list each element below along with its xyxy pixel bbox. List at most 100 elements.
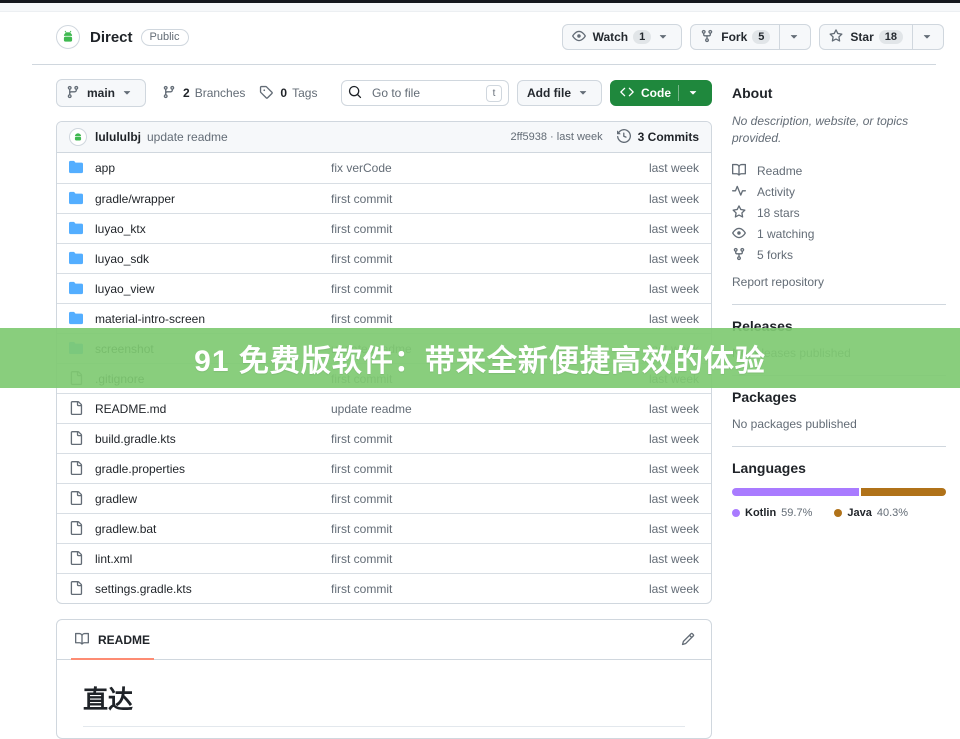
fork-label: Fork [721,30,747,44]
file-commit-message[interactable]: first commit [331,582,629,596]
file-name[interactable]: gradlew [95,492,137,506]
file-commit-message[interactable]: update readme [331,402,629,416]
fork-dropdown-button[interactable] [780,24,811,50]
search-input[interactable] [370,85,480,101]
table-row[interactable]: app fix verCode last week [57,153,711,183]
file-commit-message[interactable]: first commit [331,492,629,506]
list-item[interactable]: 18 stars [732,203,946,224]
file-commit-message[interactable]: first commit [331,312,629,326]
code-button-divider [678,85,679,101]
chevron-down-icon [686,85,702,101]
file-icon [69,461,85,477]
file-name[interactable]: gradle/wrapper [95,192,175,206]
tags-count: 0 [280,86,287,100]
file-commit-message[interactable]: first commit [331,462,629,476]
table-row[interactable]: README.md update readme last week [57,393,711,423]
about-item-label: 5 forks [757,248,793,262]
code-icon [620,85,636,101]
table-row[interactable]: gradlew first commit last week [57,483,711,513]
add-file-button[interactable]: Add file [517,80,602,106]
overlay-banner-text: 91 免费版软件：带来全新便捷高效的体验 [194,336,766,380]
language-bar-segment [732,488,859,496]
about-item-label: 18 stars [757,206,800,220]
file-commit-message[interactable]: first commit [331,552,629,566]
table-row[interactable]: settings.gradle.kts first commit last we… [57,573,711,603]
tags-link[interactable]: 0 Tags [259,85,317,101]
branch-selector[interactable]: main [56,79,146,107]
commit-sha-time[interactable]: 2ff5938 · last week [511,131,603,143]
file-name[interactable]: luyao_view [95,282,154,296]
file-commit-time: last week [629,582,699,596]
file-commit-message[interactable]: first commit [331,252,629,266]
file-name[interactable]: settings.gradle.kts [95,582,192,596]
file-icon [69,491,85,507]
file-commit-message[interactable]: fix verCode [331,161,629,175]
commit-message[interactable]: update readme [147,130,228,144]
report-repository-link[interactable]: Report repository [732,275,824,289]
file-commit-time: last week [629,492,699,506]
list-item[interactable]: 5 forks [732,245,946,266]
list-item[interactable]: 1 watching [732,224,946,245]
tab-readme[interactable]: README [71,620,154,660]
table-row[interactable]: gradle/wrapper first commit last week [57,183,711,213]
language-name: Java [847,507,871,519]
language-legend-item[interactable]: Kotlin59.7% [732,507,812,519]
commit-author[interactable]: lulululbj [95,130,141,144]
watch-count: 1 [633,30,651,44]
branches-link[interactable]: 2 Branches [162,85,245,101]
commit-author-avatar[interactable] [69,128,87,146]
list-item[interactable]: Activity [732,182,946,203]
table-row[interactable]: luyao_ktx first commit last week [57,213,711,243]
file-name[interactable]: lint.xml [95,552,132,566]
chevron-down-icon [920,29,936,45]
readme-body: 直达 [57,660,711,727]
about-section: About No description, website, or topics… [732,79,946,304]
language-legend-item[interactable]: Java 40.3% [834,507,908,519]
about-item-label: Readme [757,164,802,178]
list-item[interactable]: Readme [732,161,946,182]
file-name[interactable]: build.gradle.kts [95,432,176,446]
commit-history-link[interactable]: 3 Commits [617,129,699,145]
table-row[interactable]: luyao_sdk first commit last week [57,243,711,273]
readme-tab-label: README [98,633,150,647]
file-commit-message[interactable]: first commit [331,282,629,296]
about-item-label: Activity [757,185,795,199]
language-percent: 59.7% [781,507,812,519]
table-row[interactable]: build.gradle.kts first commit last week [57,423,711,453]
file-name[interactable]: README.md [95,402,166,416]
language-percent: 40.3% [877,507,908,519]
file-name[interactable]: app [95,161,115,175]
file-name[interactable]: gradle.properties [95,462,185,476]
tags-label: Tags [292,86,317,100]
go-to-file-search[interactable]: t [341,80,509,106]
table-row[interactable]: gradle.properties first commit last week [57,453,711,483]
language-legend: Kotlin59.7% Java 40.3% [732,507,946,519]
star-dropdown-button[interactable] [913,24,944,50]
file-name[interactable]: gradlew.bat [95,522,156,536]
file-name[interactable]: luyao_ktx [95,222,146,236]
file-name[interactable]: luyao_sdk [95,252,149,266]
packages-title[interactable]: Packages [732,389,946,405]
about-description: No description, website, or topics provi… [732,113,946,147]
file-commit-message[interactable]: first commit [331,192,629,206]
language-bar[interactable] [732,488,946,496]
table-row[interactable]: gradlew.bat first commit last week [57,513,711,543]
table-row[interactable]: lint.xml first commit last week [57,543,711,573]
file-name[interactable]: material-intro-screen [95,312,205,326]
file-commit-message[interactable]: first commit [331,432,629,446]
page-title[interactable]: Direct [90,29,133,46]
edit-readme-button[interactable] [681,632,697,648]
git-branch-icon [66,85,82,101]
tag-icon [259,85,275,101]
file-commit-time: last week [629,222,699,236]
watch-button[interactable]: Watch 1 [562,24,683,50]
file-commit-message[interactable]: first commit [331,522,629,536]
file-commit-message[interactable]: first commit [331,222,629,236]
star-button[interactable]: Star 18 [819,24,913,50]
code-button[interactable]: Code [610,80,712,106]
readme-heading: 直达 [83,680,685,727]
repo-owner-avatar[interactable] [56,25,80,49]
fork-button[interactable]: Fork 5 [690,24,780,50]
file-commit-time: last week [629,462,699,476]
table-row[interactable]: luyao_view first commit last week [57,273,711,303]
